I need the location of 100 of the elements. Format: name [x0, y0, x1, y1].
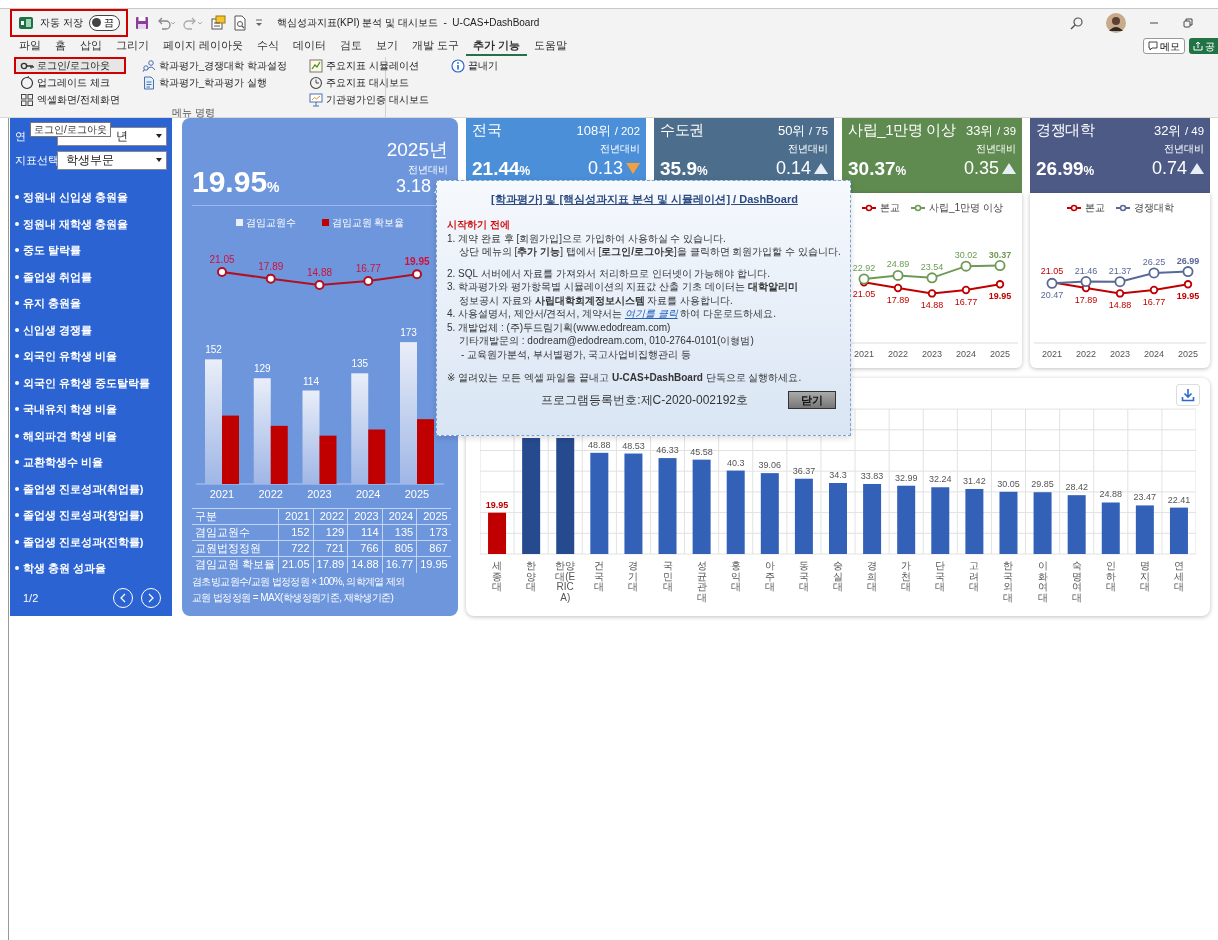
document-search-icon[interactable] — [232, 14, 247, 31]
data-point — [363, 276, 374, 286]
data-point — [994, 260, 1006, 272]
data-point — [217, 267, 227, 277]
save-icon[interactable] — [134, 15, 149, 30]
compare-label: 전년대비 — [1163, 142, 1204, 155]
bar — [897, 485, 916, 554]
form-icon[interactable] — [209, 14, 226, 31]
data-point — [1080, 276, 1092, 288]
menu-tab[interactable]: 삽입 — [73, 36, 109, 56]
ribbon-button[interactable]: 주요지표 시뮬레이션 — [303, 57, 435, 74]
download-button[interactable] — [1176, 384, 1200, 406]
point-value-label: 14.88 — [920, 300, 944, 311]
chevron-left-icon — [119, 593, 127, 603]
table-cell: 21.05 — [278, 556, 314, 573]
indicator-link[interactable]: 정원내 재학생 충원율 — [23, 215, 129, 232]
menu-tab[interactable]: 도움말 — [527, 36, 575, 56]
ribbon-button[interactable]: 주요지표 대시보드 — [303, 74, 435, 91]
indicator-link[interactable]: 해외파견 학생 비율 — [23, 427, 118, 444]
bar — [1169, 507, 1188, 554]
comment-icon — [1148, 41, 1158, 51]
menu-tab[interactable]: 파일 — [12, 36, 48, 56]
table-cell: 14.88 — [347, 556, 383, 573]
presentation-icon — [309, 92, 324, 107]
bullet-icon — [15, 248, 19, 253]
point-value-label: 17.89 — [258, 260, 284, 272]
ribbon-button[interactable]: 끝내기 — [444, 57, 504, 74]
axis-label: 2021 — [1042, 349, 1062, 359]
legend-label: 겸임교원수 — [245, 215, 296, 230]
indicator-link[interactable]: 졸업생 진로성과(창업률) — [23, 507, 144, 524]
legend-label: 겸임교원 확보율 — [331, 215, 405, 230]
share-button[interactable]: 공 — [1189, 38, 1218, 54]
table-cell: 교원법정정원 — [192, 540, 279, 557]
autosave-toggle[interactable]: 끔 — [88, 14, 120, 31]
dialog-heading: 시작하기 전에 — [447, 217, 511, 232]
axis-label: 이화여대 — [1036, 561, 1049, 603]
ribbon-button[interactable]: 로그인/로그아웃 — [14, 57, 126, 74]
menu-tab[interactable]: 보기 — [369, 36, 406, 56]
indicator-link[interactable]: 학생 충원 성과율 — [23, 560, 107, 577]
compare-label: 전년대비 — [975, 142, 1016, 155]
table-cell: 129 — [313, 524, 348, 541]
menu-tab[interactable]: 홈 — [48, 36, 73, 56]
point-value-label: 23.54 — [920, 261, 944, 272]
table-cell: 19.95 — [416, 556, 451, 573]
bar-value-label: 36.37 — [792, 465, 816, 476]
axis-label: 2022 — [258, 488, 283, 500]
point-value-label: 21.05 — [852, 289, 876, 300]
bullet-icon — [15, 407, 19, 412]
indicator-link[interactable]: 국내유치 학생 비율 — [23, 401, 118, 418]
spreadsheet-icon[interactable] — [18, 14, 34, 31]
menu-tab[interactable]: 개발 도구 — [405, 36, 467, 56]
axis-label: 2022 — [888, 349, 908, 359]
legend-marker-icon — [1066, 203, 1082, 212]
menu-tab[interactable]: 검토 — [333, 36, 370, 56]
indicator-link[interactable]: 졸업생 취업률 — [23, 268, 93, 285]
ribbon-button[interactable]: 엑셀화면/전체화면 — [14, 91, 126, 108]
table-cell: 152 — [278, 524, 314, 541]
axis-label: 숭실대 — [832, 561, 844, 594]
indicator-link[interactable]: 중도 탈락률 — [23, 242, 82, 259]
download-link[interactable]: 여기를 클릭 — [624, 308, 678, 319]
table-cell: 135 — [382, 524, 417, 541]
data-point — [926, 272, 938, 284]
legend-marker-icon — [1115, 203, 1131, 212]
indicator-link[interactable]: 정원내 신입생 충원율 — [23, 189, 129, 206]
ribbon-button[interactable]: 학과평가_경쟁대학 학과설정 — [135, 57, 294, 74]
restore-icon[interactable] — [1182, 16, 1194, 29]
indicator-select[interactable]: 학생부문 — [57, 150, 167, 170]
menu-tab[interactable]: 페이지 레이아웃 — [156, 36, 251, 56]
indicator-link[interactable]: 유지 충원율 — [23, 295, 82, 312]
indicator-link[interactable]: 외국인 유학생 중도탈락률 — [23, 374, 151, 391]
indicator-link[interactable]: 졸업생 진로성과(진학률) — [23, 533, 144, 550]
bullet-icon — [15, 221, 19, 226]
indicator-link[interactable]: 신입생 경쟁률 — [23, 321, 93, 338]
menu-tab[interactable]: 데이터 — [286, 36, 334, 56]
ribbon-button[interactable]: 업그레이드 체크 — [14, 74, 126, 91]
menu-tab[interactable]: 그리기 — [109, 36, 156, 56]
table-cell: 173 — [416, 524, 451, 541]
data-point — [1148, 267, 1160, 279]
rank-label: 32위 / 49 — [1153, 122, 1204, 140]
legend-label: 본교 — [880, 201, 901, 215]
avatar-icon[interactable] — [1106, 12, 1126, 33]
menu-tab[interactable]: 수식 — [250, 36, 287, 56]
kpi-value: 26.99% — [1036, 156, 1095, 181]
axis-label: 2021 — [209, 488, 235, 500]
dialog-text: 5. 개발업체 : (주)두드림기획(www.edodream.com) — [447, 320, 672, 334]
bar-value-label: 39.06 — [758, 460, 782, 471]
ribbon-button[interactable]: 학과평가_학과평가 실행 — [135, 74, 294, 91]
data-point — [412, 269, 422, 280]
dialog-title-link[interactable]: [학과평가] 및 [핵심성과지표 분석 및 시뮬레이션] / DashBoard — [447, 191, 842, 208]
kpi-value: 30.37% — [848, 156, 907, 181]
indicator-link[interactable]: 졸업생 진로성과(취업률) — [23, 480, 144, 497]
memo-button[interactable]: 메모 — [1143, 38, 1185, 54]
close-button[interactable]: 닫기 — [788, 391, 836, 409]
indicator-link[interactable]: 교환학생수 비율 — [23, 454, 104, 471]
change-value: 3.18 — [395, 177, 431, 197]
search-icon[interactable] — [1070, 15, 1084, 30]
axis-label: 아주대 — [764, 561, 776, 594]
ribbon-button[interactable]: 기관평가인증 대시보드 — [303, 91, 435, 108]
customize-icon[interactable] — [253, 16, 264, 29]
indicator-link[interactable]: 외국인 유학생 비율 — [23, 348, 118, 365]
